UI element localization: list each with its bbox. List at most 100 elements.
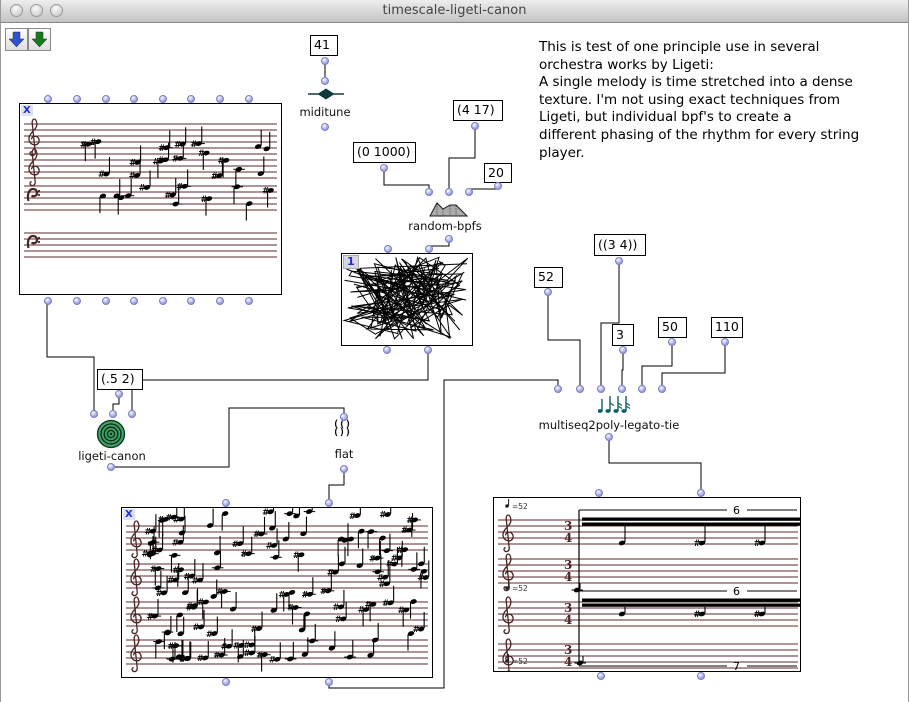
port-dot[interactable]	[424, 346, 432, 354]
value-box-list-p5-2[interactable]: (.5 2)	[97, 369, 143, 390]
port-dot[interactable]	[44, 95, 52, 103]
port-dot[interactable]	[615, 257, 623, 265]
value-box-num-3[interactable]: 3	[612, 324, 634, 346]
port-dot[interactable]	[425, 245, 433, 253]
port-dot[interactable]	[605, 433, 613, 441]
patch-cable[interactable]	[132, 350, 428, 414]
port-dot[interactable]	[618, 385, 626, 393]
port-dot[interactable]	[465, 188, 473, 196]
port-dot[interactable]	[222, 678, 230, 686]
port-dot[interactable]	[595, 489, 603, 497]
port-dot[interactable]	[128, 410, 136, 418]
svg-text:#: #	[251, 625, 258, 635]
port-dot[interactable]	[216, 297, 224, 305]
object-miditune[interactable]	[307, 88, 345, 100]
port-dot[interactable]	[102, 297, 110, 305]
port-dot[interactable]	[109, 410, 117, 418]
toolbar-green-arrow-button[interactable]	[28, 28, 51, 51]
object-random-bpfs[interactable]	[429, 200, 469, 217]
port-dot[interactable]	[321, 57, 329, 65]
port-dot[interactable]	[619, 346, 627, 354]
port-dot[interactable]	[721, 338, 729, 346]
value-box-num-41[interactable]: 41	[310, 35, 338, 56]
object-multiseq2poly-legato-tie[interactable]	[598, 393, 632, 416]
port-dot[interactable]	[90, 410, 98, 418]
port-dot[interactable]	[245, 297, 253, 305]
close-box-icon[interactable]: X	[123, 509, 135, 520]
port-dot[interactable]	[216, 95, 224, 103]
patch-cable[interactable]	[384, 168, 429, 192]
patch-cable[interactable]	[622, 350, 623, 389]
port-dot[interactable]	[425, 188, 433, 196]
port-dot[interactable]	[130, 297, 138, 305]
svg-text:#: #	[150, 565, 157, 575]
melody-score-box[interactable]: X###################	[19, 103, 282, 295]
port-dot[interactable]	[107, 463, 115, 471]
object-flat[interactable]: (()())	[333, 421, 351, 437]
patch-cable[interactable]	[548, 292, 580, 389]
value-box-list-3-4[interactable]: ((3 4))	[594, 234, 646, 256]
value-box-num-52[interactable]: 52	[534, 267, 563, 288]
port-dot[interactable]	[340, 465, 348, 473]
port-dot[interactable]	[384, 245, 392, 253]
port-dot[interactable]	[554, 385, 562, 393]
port-dot[interactable]	[159, 297, 167, 305]
port-dot[interactable]	[544, 288, 552, 296]
value-box-list-0-1000[interactable]: (0 1000)	[353, 142, 416, 163]
port-dot[interactable]	[187, 297, 195, 305]
value-box-num-50[interactable]: 50	[658, 317, 687, 338]
port-dot[interactable]	[383, 346, 391, 354]
port-dot[interactable]	[380, 164, 388, 172]
port-dot[interactable]	[187, 95, 195, 103]
svg-text:#: #	[327, 568, 334, 578]
port-dot[interactable]	[597, 385, 605, 393]
svg-text:#: #	[173, 515, 180, 525]
svg-text:6: 6	[733, 585, 740, 598]
port-dot[interactable]	[597, 672, 605, 680]
port-dot[interactable]	[44, 297, 52, 305]
port-dot[interactable]	[668, 338, 676, 346]
close-box-icon[interactable]: X	[21, 105, 33, 116]
svg-text:6: 6	[733, 504, 740, 517]
port-dot[interactable]	[102, 95, 110, 103]
port-dot[interactable]	[445, 188, 453, 196]
poly-score-box[interactable]: 34343434=52=52=52667####	[493, 497, 801, 672]
port-dot[interactable]	[321, 123, 329, 131]
patch-cable[interactable]	[449, 126, 475, 192]
stretched-score-box[interactable]: X#######################################…	[121, 507, 433, 678]
comment-box[interactable]: This is test of one principle use in sev…	[539, 39, 909, 162]
port-dot[interactable]	[222, 499, 230, 507]
port-dot[interactable]	[658, 385, 666, 393]
port-dot[interactable]	[340, 413, 348, 421]
port-dot[interactable]	[445, 235, 453, 243]
svg-text:4: 4	[564, 531, 572, 545]
port-dot[interactable]	[73, 95, 81, 103]
port-dot[interactable]	[73, 297, 81, 305]
patch-cable[interactable]	[111, 408, 344, 467]
port-dot[interactable]	[638, 385, 646, 393]
value-box-num-20[interactable]: 20	[484, 163, 512, 183]
port-dot[interactable]	[325, 678, 333, 686]
patch-cable[interactable]	[47, 301, 94, 414]
port-dot[interactable]	[130, 95, 138, 103]
port-dot[interactable]	[494, 182, 502, 190]
patch-cable[interactable]	[609, 437, 701, 493]
port-dot[interactable]	[576, 385, 584, 393]
port-dot[interactable]	[321, 77, 329, 85]
value-box-num-110[interactable]: 110	[711, 317, 743, 338]
port-dot[interactable]	[245, 95, 253, 103]
toolbar-blue-arrow-button[interactable]	[5, 28, 28, 51]
patch-cable[interactable]	[642, 342, 672, 389]
port-dot[interactable]	[697, 489, 705, 497]
object-ligeti-canon[interactable]	[96, 419, 126, 449]
port-dot[interactable]	[471, 122, 479, 130]
comment-line: This is test of one principle use in sev…	[539, 39, 909, 57]
value-box-list-4-17[interactable]: (4 17)	[453, 100, 503, 121]
port-dot[interactable]	[697, 672, 705, 680]
port-dot[interactable]	[115, 390, 123, 398]
port-dot[interactable]	[159, 95, 167, 103]
port-dot[interactable]	[325, 499, 333, 507]
svg-text:#: #	[262, 508, 269, 518]
bpf-collection-box[interactable]: 1	[341, 253, 473, 346]
patch-cable[interactable]	[329, 469, 344, 503]
